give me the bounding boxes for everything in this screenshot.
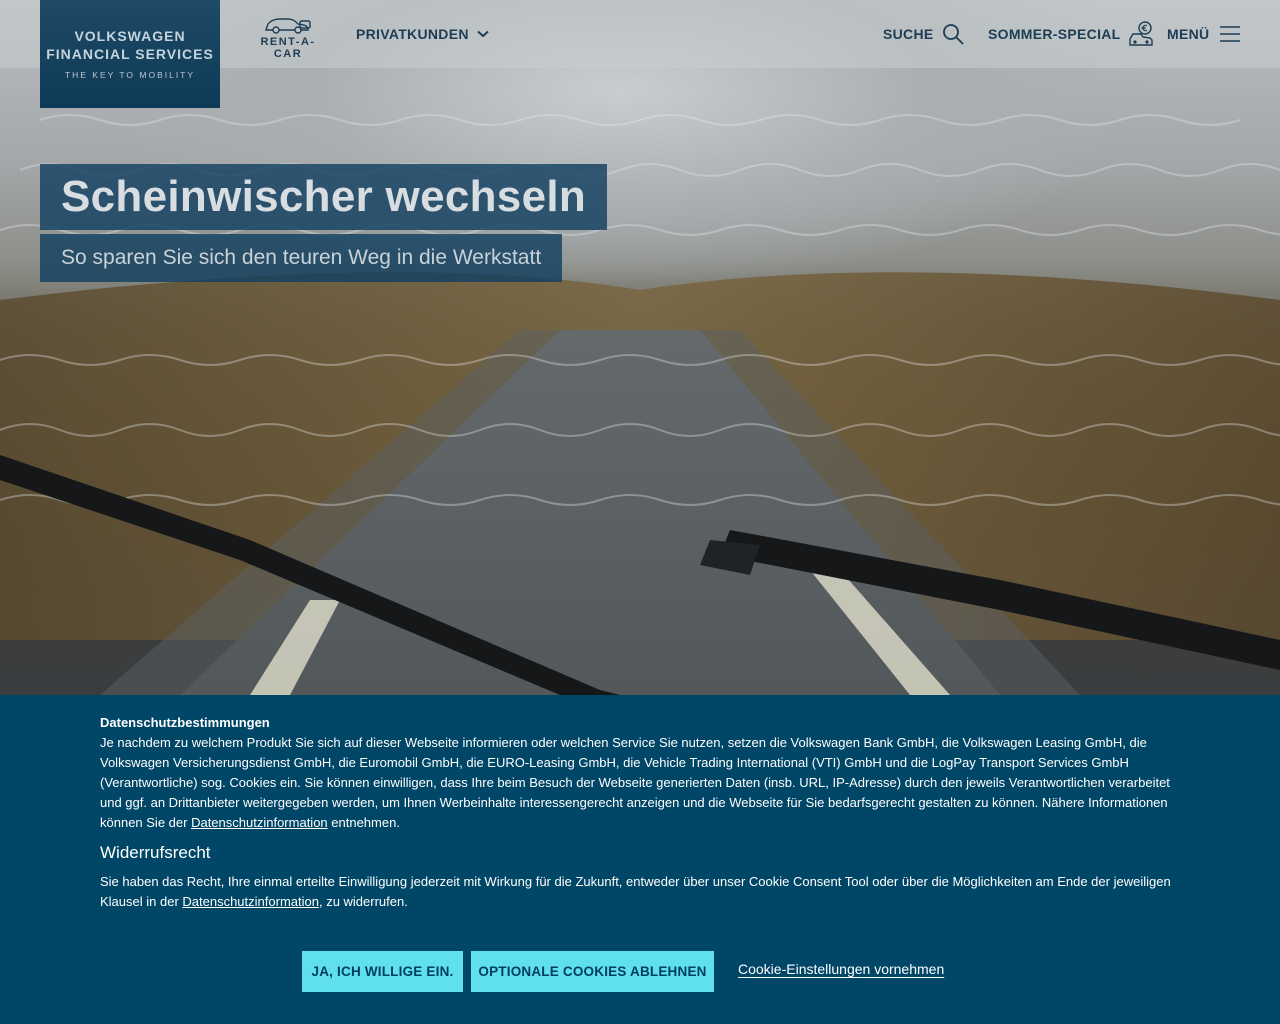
logo-line-1: VOLKSWAGEN xyxy=(74,28,186,44)
search-label: SUCHE xyxy=(883,26,934,42)
hamburger-menu-icon xyxy=(1220,26,1241,42)
chevron-down-icon xyxy=(477,30,489,38)
cookie-settings-link[interactable]: Cookie-Einstellungen vornehmen xyxy=(738,961,944,977)
search-button[interactable]: SUCHE xyxy=(883,24,964,45)
privacy-info-link-2[interactable]: Datenschutzinformation xyxy=(182,894,319,909)
page-subtitle: So sparen Sie sich den teuren Weg in die… xyxy=(40,234,563,282)
menu-button[interactable]: MENÜ xyxy=(1167,24,1241,44)
cookie-consent-banner: Datenschutzbestimmungen Je nachdem zu we… xyxy=(0,695,1280,1024)
privatkunden-dropdown[interactable]: PRIVATKUNDEN xyxy=(356,24,489,44)
sommer-special-link[interactable]: SOMMER-SPECIAL xyxy=(988,21,1153,46)
cookie-banner-content: Datenschutzbestimmungen Je nachdem zu we… xyxy=(100,713,1180,912)
vwfs-logo[interactable]: VOLKSWAGEN FINANCIAL SERVICES THE KEY TO… xyxy=(40,0,220,108)
page-title: Scheinwischer wechseln xyxy=(40,164,608,230)
privacy-paragraph: Je nachdem zu welchem Produkt Sie sich a… xyxy=(100,733,1180,833)
rent-a-car-label: RENT-A-CAR xyxy=(260,36,316,60)
accept-cookies-button[interactable]: JA, ICH WILLIGE EIN. xyxy=(302,951,463,992)
sommer-special-label: SOMMER-SPECIAL xyxy=(988,26,1121,42)
reject-optional-cookies-button[interactable]: OPTIONALE COOKIES ABLEHNEN xyxy=(471,951,714,992)
revocation-paragraph: Sie haben das Recht, Ihre einmal erteilt… xyxy=(100,872,1180,912)
privacy-info-link-1[interactable]: Datenschutzinformation xyxy=(191,815,328,830)
revocation-heading: Widerrufsrecht xyxy=(100,843,211,862)
car-key-icon xyxy=(265,18,311,34)
search-icon xyxy=(942,24,964,45)
menu-label: MENÜ xyxy=(1167,26,1210,42)
logo-line-2: FINANCIAL SERVICES xyxy=(46,46,214,62)
privacy-text-end: entnehmen. xyxy=(327,815,400,830)
revocation-text-end: , zu widerrufen. xyxy=(318,894,408,909)
privatkunden-label: PRIVATKUNDEN xyxy=(356,26,469,42)
car-euro-icon xyxy=(1128,21,1153,46)
logo-tagline: THE KEY TO MOBILITY xyxy=(64,70,196,80)
rent-a-car-link[interactable]: RENT-A-CAR xyxy=(248,14,328,60)
privacy-heading: Datenschutzbestimmungen xyxy=(100,715,270,730)
